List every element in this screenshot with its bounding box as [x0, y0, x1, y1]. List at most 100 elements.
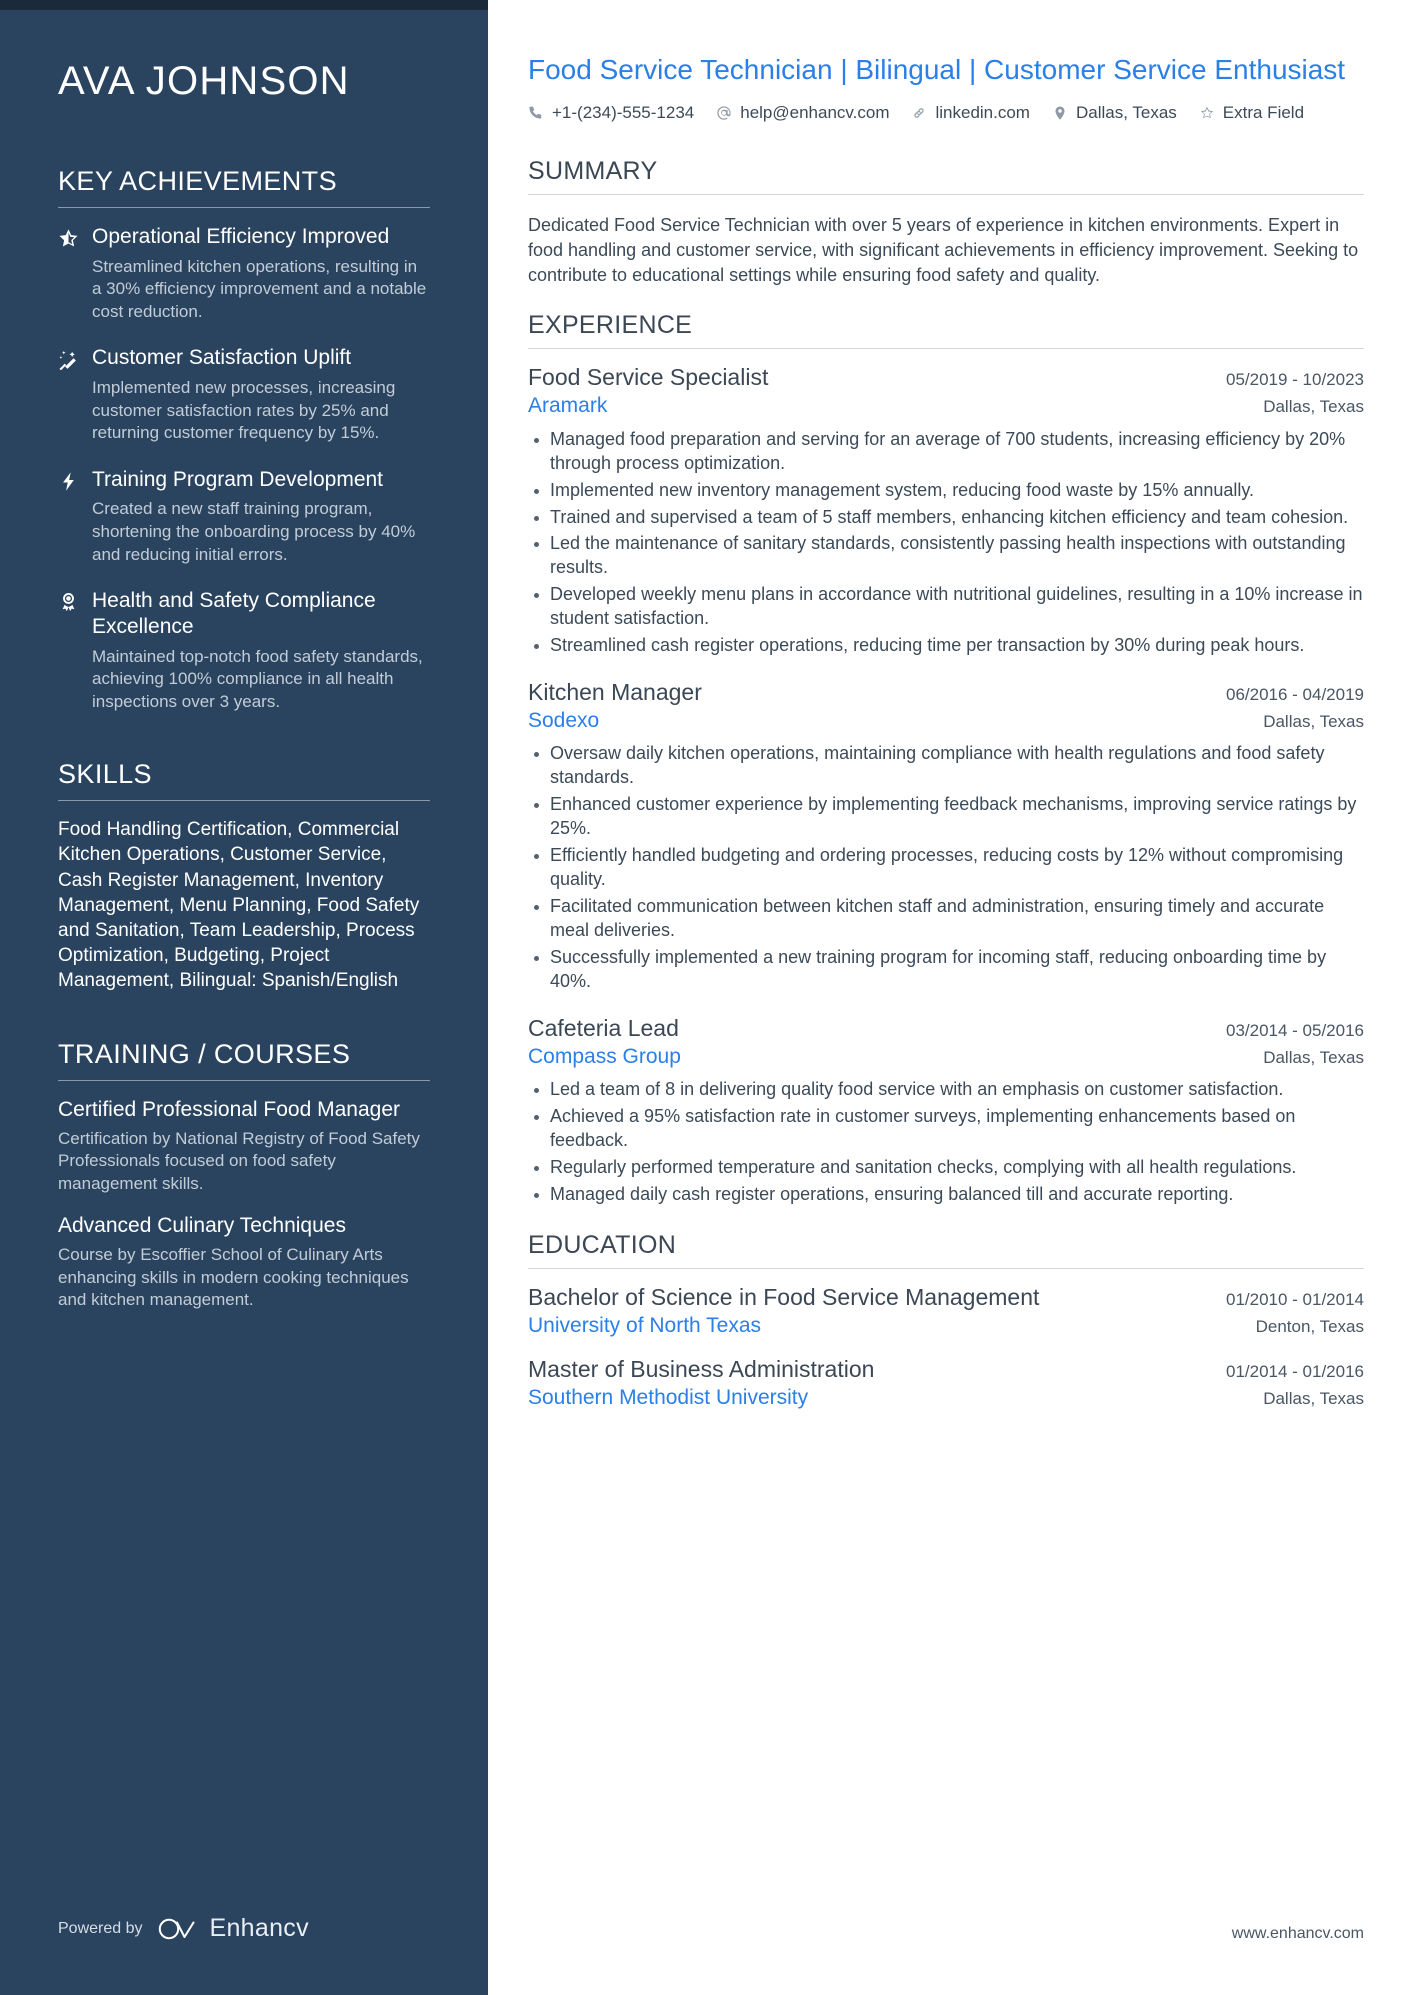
job-bullet: Oversaw daily kitchen operations, mainta… [528, 742, 1364, 790]
divider [528, 348, 1364, 350]
job-date-range: 03/2014 - 05/2016 [1225, 1020, 1364, 1040]
job-bullet: Implemented new inventory management sys… [528, 479, 1364, 503]
professional-headline: Food Service Technician | Bilingual | Cu… [528, 54, 1346, 85]
contact-phone[interactable]: +1-(234)-555-1234 [528, 103, 694, 123]
achievement-description: Streamlined kitchen operations, resultin… [92, 256, 427, 321]
job-bullet: Achieved a 95% satisfaction rate in cust… [528, 1105, 1364, 1153]
job-bullet: Managed daily cash register operations, … [528, 1183, 1364, 1207]
divider [58, 800, 430, 802]
contact-linkedin-value: linkedin.com [935, 102, 1030, 122]
key-achievements-heading: KEY ACHIEVEMENTS [58, 166, 337, 196]
summary-heading: SUMMARY [528, 156, 658, 185]
achievement-item: Customer Satisfaction Uplift Implemented… [58, 345, 430, 444]
company-name[interactable]: Compass Group [528, 1044, 681, 1070]
job-bullets: Led a team of 8 in delivering quality fo… [528, 1078, 1364, 1207]
lightning-bolt-icon [58, 467, 92, 566]
contact-location: Dallas, Texas [1052, 103, 1177, 123]
star-icon [1200, 106, 1213, 119]
company-name[interactable]: Sodexo [528, 708, 599, 734]
course-item: Certified Professional Food Manager Cert… [58, 1097, 430, 1195]
achievement-title: Customer Satisfaction Uplift [92, 346, 352, 370]
summary-text: Dedicated Food Service Technician with o… [528, 214, 1359, 285]
location-pin-icon [1055, 106, 1065, 120]
skills-heading: SKILLS [58, 759, 152, 790]
job-bullet: Facilitated communication between kitche… [528, 895, 1364, 943]
contact-extra-field: Extra Field [1199, 103, 1304, 123]
powered-by-footer: Powered by Enhancv [58, 1914, 309, 1943]
achievement-description: Maintained top-notch food safety standar… [92, 646, 423, 711]
divider [58, 1079, 430, 1081]
job-bullet: Developed weekly menu plans in accordanc… [528, 583, 1364, 631]
degree-title: Bachelor of Science in Food Service Mana… [528, 1283, 1040, 1310]
skills-list: Food Handling Certification, Commercial … [58, 819, 420, 991]
job-bullet: Led the maintenance of sanitary standard… [528, 532, 1364, 580]
job-title: Kitchen Manager [528, 679, 702, 706]
experience-section: EXPERIENCE Food Service Specialist 05/20… [528, 311, 1364, 1206]
job-location: Dallas, Texas [1263, 397, 1364, 417]
achievement-item: Training Program Development Created a n… [58, 467, 430, 566]
training-courses-section: TRAINING / COURSES Certified Professiona… [58, 1039, 430, 1312]
contact-email-value: help@enhancv.com [740, 102, 890, 122]
contact-row: +1-(234)-555-1234 help@enhancv.com linke… [528, 103, 1364, 123]
school-name[interactable]: University of North Texas [528, 1313, 761, 1339]
sidebar-top-accent-bar [0, 0, 488, 10]
divider [528, 193, 1364, 195]
training-courses-heading: TRAINING / COURSES [58, 1038, 351, 1069]
job-bullets: Managed food preparation and serving for… [528, 428, 1364, 658]
contact-extra-field-value: Extra Field [1222, 102, 1305, 122]
contact-email[interactable]: help@enhancv.com [716, 103, 889, 123]
company-name[interactable]: Aramark [528, 393, 607, 419]
enhancv-logo: Enhancv [157, 1914, 309, 1943]
achievement-description: Implemented new processes, increasing cu… [92, 378, 396, 443]
course-item: Advanced Culinary Techniques Course by E… [58, 1213, 430, 1311]
key-achievements-section: KEY ACHIEVEMENTS Operational Efficiency … [58, 166, 430, 713]
degree-date-range: 01/2014 - 01/2016 [1225, 1362, 1364, 1382]
job-bullet: Trained and supervised a team of 5 staff… [528, 506, 1364, 530]
half-star-icon [58, 224, 92, 323]
course-title: Advanced Culinary Techniques [58, 1214, 346, 1238]
achievement-item: Operational Efficiency Improved Streamli… [58, 224, 430, 323]
course-description: Certification by National Registry of Fo… [58, 1128, 420, 1193]
job-bullet: Enhanced customer experience by implemen… [528, 793, 1364, 841]
job-bullet: Regularly performed temperature and sani… [528, 1156, 1364, 1180]
divider [58, 207, 430, 208]
job-bullet: Streamlined cash register operations, re… [528, 634, 1364, 658]
job-bullet: Successfully implemented a new training … [528, 946, 1364, 994]
resume-page: AVA JOHNSON KEY ACHIEVEMENTS Operational… [0, 0, 1410, 1995]
school-name[interactable]: Southern Methodist University [528, 1385, 808, 1411]
job-bullets: Oversaw daily kitchen operations, mainta… [528, 742, 1364, 993]
job-bullet: Led a team of 8 in delivering quality fo… [528, 1078, 1364, 1102]
achievement-title: Training Program Development [92, 467, 384, 491]
magic-wand-icon [58, 345, 92, 444]
experience-entry: Kitchen Manager 06/2016 - 04/2019 Sodexo… [528, 678, 1364, 994]
education-section: EDUCATION Bachelor of Science in Food Se… [528, 1231, 1364, 1412]
main-column: Food Service Technician | Bilingual | Cu… [488, 0, 1410, 1995]
contact-location-value: Dallas, Texas [1075, 102, 1177, 122]
skills-section: SKILLS Food Handling Certification, Comm… [58, 759, 430, 993]
experience-entry: Cafeteria Lead 03/2014 - 05/2016 Compass… [528, 1014, 1364, 1207]
course-description: Course by Escoffier School of Culinary A… [58, 1244, 409, 1310]
contact-linkedin[interactable]: linkedin.com [911, 103, 1030, 123]
email-icon [717, 106, 731, 120]
job-location: Dallas, Texas [1263, 1047, 1364, 1067]
job-title: Cafeteria Lead [528, 1014, 679, 1041]
education-heading: EDUCATION [528, 1230, 677, 1259]
job-bullet: Efficiently handled budgeting and orderi… [528, 844, 1364, 892]
divider [528, 1267, 1364, 1269]
achievement-title: Health and Safety Compliance Excellence [92, 589, 376, 638]
enhancv-mark-icon [158, 1918, 194, 1939]
award-ribbon-icon [58, 588, 92, 713]
link-icon [914, 108, 925, 118]
candidate-name: AVA JOHNSON [58, 59, 350, 103]
degree-title: Master of Business Administration [528, 1356, 875, 1383]
education-entry: Master of Business Administration 01/201… [528, 1355, 1364, 1411]
job-title: Food Service Specialist [528, 364, 769, 391]
school-location: Denton, Texas [1255, 1316, 1364, 1336]
achievement-description: Created a new staff training program, sh… [92, 499, 416, 564]
experience-heading: EXPERIENCE [528, 311, 693, 340]
achievement-title: Operational Efficiency Improved [92, 225, 390, 248]
job-date-range: 05/2019 - 10/2023 [1225, 370, 1364, 390]
job-date-range: 06/2016 - 04/2019 [1225, 685, 1364, 705]
phone-icon [529, 106, 542, 119]
job-bullet: Managed food preparation and serving for… [528, 428, 1364, 476]
